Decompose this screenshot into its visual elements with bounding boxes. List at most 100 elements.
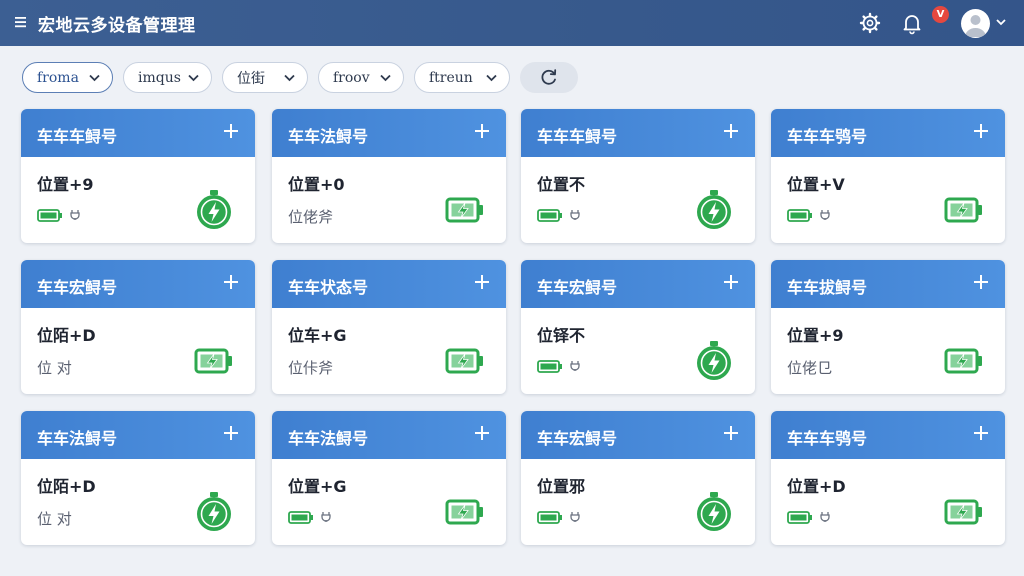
device-status: 位 对	[37, 508, 72, 529]
plug-icon	[321, 512, 331, 522]
device-status	[288, 508, 331, 526]
device-name: 车车宏鲟号	[537, 429, 618, 448]
add-icon[interactable]	[723, 274, 739, 290]
device-status: 位佬斧	[288, 206, 333, 227]
filter-chip-4[interactable]: froov	[318, 62, 404, 93]
mini-battery-icon	[787, 209, 812, 222]
add-icon[interactable]	[223, 123, 239, 139]
add-icon[interactable]	[973, 274, 989, 290]
plug-icon	[820, 512, 830, 522]
device-location: 位陌+D	[37, 326, 96, 345]
device-card[interactable]: 车车车鸮号位置+D	[771, 411, 1005, 545]
add-icon[interactable]	[973, 425, 989, 441]
mini-battery-icon	[537, 209, 562, 222]
battery-charging-icon	[445, 348, 483, 374]
filter-chip-2[interactable]: imqus	[123, 62, 212, 93]
bell-icon[interactable]	[900, 11, 924, 35]
user-icon	[965, 15, 986, 37]
chevron-down-icon	[188, 74, 199, 82]
battery-charging-icon	[944, 197, 982, 223]
device-name: 车车车鲟号	[37, 127, 118, 146]
device-card[interactable]: 车车车鲟号位置不	[521, 109, 755, 243]
add-icon[interactable]	[973, 123, 989, 139]
device-status: 位佬㔾	[787, 357, 832, 378]
device-card[interactable]: 车车法鲟号 位陌+D 位 对	[21, 411, 255, 545]
device-location: 位置不	[537, 175, 586, 194]
charging-circle-icon	[697, 190, 731, 229]
card-header: 车车法鲟号	[272, 109, 506, 157]
device-name: 车车车鸮号	[787, 429, 868, 448]
device-card[interactable]: 车车车鲟号 位置+9	[21, 109, 255, 243]
device-location: 位置+G	[288, 477, 347, 496]
add-icon[interactable]	[723, 123, 739, 139]
app-title: 宏地云多设备管理理	[38, 16, 196, 36]
menu-icon[interactable]	[14, 15, 28, 29]
device-name: 车车宏鲟号	[37, 278, 118, 297]
mini-battery-icon	[288, 511, 313, 524]
plug-icon	[570, 512, 580, 522]
device-name: 车车拔鲟号	[787, 278, 868, 297]
card-header: 车车状态号	[272, 260, 506, 308]
gear-icon[interactable]	[858, 11, 882, 35]
filter-bar: froma imqus 位街 froov ftreun	[22, 62, 1002, 94]
device-status	[537, 508, 580, 526]
device-location: 位车+G	[288, 326, 347, 345]
card-header: 车车法鲟号	[272, 411, 506, 459]
device-card[interactable]: 车车法鲟号位置+G	[272, 411, 506, 545]
plug-icon	[820, 210, 830, 220]
filter-chip-label: 位街	[237, 70, 265, 87]
device-name: 车车法鲟号	[37, 429, 118, 448]
device-status-text: 位佬㔾	[787, 359, 833, 377]
device-card[interactable]: 车车拔鲟号 位置+9 位佬㔾	[771, 260, 1005, 394]
device-location: 位置+D	[787, 477, 846, 496]
chevron-down-icon[interactable]	[996, 18, 1006, 26]
device-status: 位佧斧	[288, 357, 333, 378]
device-card[interactable]: 车车状态号位车+G 位佧斧	[272, 260, 506, 394]
add-icon[interactable]	[223, 425, 239, 441]
device-name: 车车状态号	[288, 278, 369, 297]
device-location: 位置邪	[537, 477, 586, 496]
device-name: 车车法鲟号	[288, 429, 369, 448]
card-header: 车车宏鲟号	[521, 260, 755, 308]
add-icon[interactable]	[723, 425, 739, 441]
plug-icon	[570, 361, 580, 371]
device-card[interactable]: 车车宏鲟号位陌+D 位 对	[21, 260, 255, 394]
mini-battery-icon	[787, 511, 812, 524]
filter-chip-3[interactable]: 位街	[222, 62, 308, 93]
card-header: 车车宏鲟号	[521, 411, 755, 459]
device-card[interactable]: 车车宏鲟号 位置邪	[521, 411, 755, 545]
filter-chip-5[interactable]: ftreun	[414, 62, 510, 93]
chevron-down-icon	[380, 74, 391, 82]
refresh-icon	[541, 69, 557, 85]
add-icon[interactable]	[474, 123, 490, 139]
avatar[interactable]	[961, 9, 990, 38]
charging-circle-icon	[697, 492, 731, 531]
device-status	[37, 206, 80, 224]
device-status	[787, 206, 830, 224]
chevron-down-icon	[284, 74, 295, 82]
add-icon[interactable]	[474, 274, 490, 290]
charging-circle-icon	[197, 190, 231, 229]
device-status-text: 位佧斧	[288, 359, 334, 377]
device-name: 车车车鸮号	[787, 127, 868, 146]
device-card[interactable]: 车车车鸮号 位置+V	[771, 109, 1005, 243]
device-location: 位置+0	[288, 175, 345, 194]
filter-chip-1[interactable]: froma	[22, 62, 113, 93]
battery-charging-icon	[445, 197, 483, 223]
battery-charging-icon	[445, 499, 483, 525]
add-icon[interactable]	[223, 274, 239, 290]
device-location: 位铎不	[537, 326, 586, 345]
device-card[interactable]: 车车宏鲟号位铎不	[521, 260, 755, 394]
chevron-down-icon	[89, 74, 100, 82]
device-status-text: 位佬斧	[288, 208, 334, 226]
device-card[interactable]: 车车法鲟号位置+0 位佬斧	[272, 109, 506, 243]
card-header: 车车车鸮号	[771, 109, 1005, 157]
card-header: 车车车鲟号	[521, 109, 755, 157]
card-header: 车车宏鲟号	[21, 260, 255, 308]
charging-circle-icon	[697, 341, 731, 380]
device-status-text: 位 对	[37, 359, 72, 377]
add-icon[interactable]	[474, 425, 490, 441]
filter-chip-label: imqus	[138, 69, 181, 86]
plug-icon	[70, 210, 80, 220]
refresh-button[interactable]	[520, 62, 578, 93]
